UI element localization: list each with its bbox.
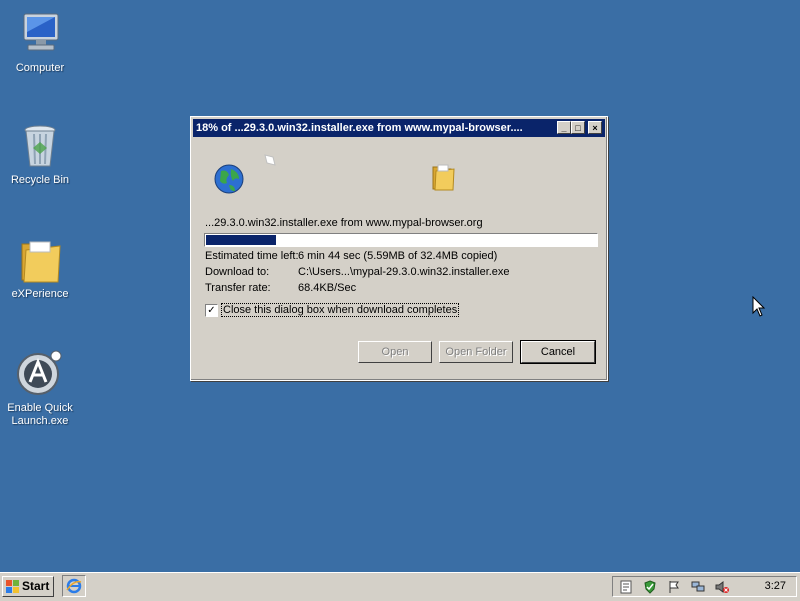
quick-launch-browser[interactable] xyxy=(62,575,86,597)
security-shield-icon[interactable] xyxy=(643,580,657,594)
transfer-rate-value: 68.4KB/Sec xyxy=(298,282,357,294)
open-button[interactable]: Open xyxy=(358,341,432,363)
volume-muted-icon[interactable] xyxy=(715,580,729,594)
download-to-label: Download to: xyxy=(205,266,270,278)
download-source: ...29.3.0.win32.installer.exe from www.m… xyxy=(205,217,483,229)
download-to-value: C:\Users...\mypal-29.3.0.win32.installer… xyxy=(298,266,510,278)
taskbar-clock[interactable]: 3:27 xyxy=(765,580,786,592)
desktop-icon-label: Recycle Bin xyxy=(10,174,70,186)
computer-icon xyxy=(16,10,64,58)
close-when-done-checkbox[interactable]: ✓ xyxy=(205,304,218,317)
desktop-icon-experience[interactable]: eXPerience xyxy=(0,236,80,301)
download-dialog: 18% of ...29.3.0.win32.installer.exe fro… xyxy=(190,116,608,381)
window-title: 18% of ...29.3.0.win32.installer.exe fro… xyxy=(196,122,523,134)
cancel-button[interactable]: Cancel xyxy=(520,340,596,364)
title-bar[interactable]: 18% of ...29.3.0.win32.installer.exe fro… xyxy=(193,119,605,137)
flag-icon[interactable] xyxy=(667,580,681,594)
folder-icon xyxy=(16,236,64,284)
start-label: Start xyxy=(22,579,50,593)
close-button[interactable]: × xyxy=(588,121,602,134)
open-folder-button[interactable]: Open Folder xyxy=(439,341,513,363)
desktop-icon-quick-launch[interactable]: Enable Quick Launch.exe xyxy=(0,350,80,428)
desktop-icon-label: eXPerience xyxy=(11,288,69,300)
recycle-bin-icon xyxy=(16,122,64,170)
estimated-time-label: Estimated time left: xyxy=(205,250,299,262)
desktop-icon-label: Computer xyxy=(15,62,65,74)
progress-fill xyxy=(206,235,276,245)
destination-folder-icon xyxy=(432,164,455,191)
system-tray: 3:27 xyxy=(612,576,797,597)
notes-icon[interactable] xyxy=(619,580,633,594)
estimated-time-value: 6 min 44 sec (5.59MB of 32.4MB copied) xyxy=(298,250,498,262)
taskbar: Start 3:27 xyxy=(0,572,800,601)
desktop-icon-label: Enable Quick Launch.exe xyxy=(7,402,73,427)
windows-logo-icon xyxy=(6,580,19,593)
network-icon[interactable] xyxy=(691,580,705,594)
minimize-button[interactable]: _ xyxy=(557,121,571,134)
desktop-icon-recycle-bin[interactable]: Recycle Bin xyxy=(0,122,80,187)
close-when-done-label[interactable]: Close this dialog box when download comp… xyxy=(221,303,460,317)
mouse-cursor-icon xyxy=(752,296,766,317)
maximize-button[interactable]: □ xyxy=(571,121,585,134)
app-icon xyxy=(16,350,64,398)
start-button[interactable]: Start xyxy=(2,576,54,597)
transfer-rate-label: Transfer rate: xyxy=(205,282,271,294)
progress-bar xyxy=(204,233,598,247)
desktop-icon-computer[interactable]: Computer xyxy=(0,10,80,75)
globe-icon xyxy=(214,164,244,194)
browser-icon xyxy=(66,578,82,594)
flying-page-icon xyxy=(264,154,276,166)
